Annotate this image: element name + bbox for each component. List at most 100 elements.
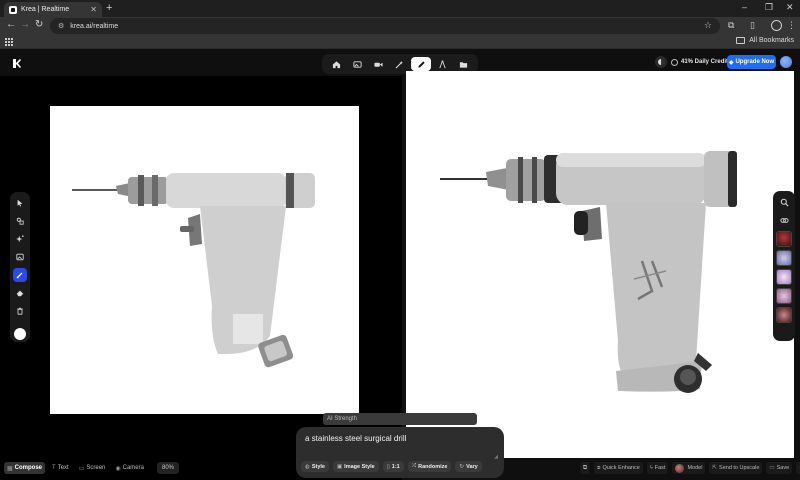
output-canvas[interactable]: [406, 71, 794, 458]
image-style-icon: ▣: [336, 463, 343, 470]
bookmarks-bar: All Bookmarks: [0, 35, 800, 49]
browser-nav-bar: ← → ↻ ⚙ krea.ai/realtime ☆ ⧉ ▯ ⋮: [0, 17, 800, 35]
copy-icon[interactable]: ⧉: [580, 462, 590, 474]
ai-strength-slider[interactable]: AI Strength: [323, 413, 477, 425]
upgrade-button[interactable]: ◆ Upgrade Now: [727, 55, 776, 69]
minimize-button[interactable]: –: [742, 2, 747, 12]
chip-label: Vary: [466, 463, 478, 470]
browser-tab-bar: Krea | Realtime ✕ + – ❐ ✕: [0, 0, 800, 17]
drawing-canvas[interactable]: [50, 106, 359, 414]
save-label: Save: [776, 465, 790, 471]
vary-chip[interactable]: ↻ Vary: [455, 461, 482, 472]
select-tool[interactable]: [13, 196, 27, 210]
image-style-chip[interactable]: ▣ Image Style: [332, 461, 379, 472]
shapes-tool[interactable]: [13, 214, 27, 228]
daily-credits[interactable]: 41% Daily Credits: [671, 56, 731, 68]
mode-realtime[interactable]: [411, 57, 432, 71]
style-thumb[interactable]: [776, 307, 792, 323]
image-icon: [16, 253, 24, 261]
krea-logo-icon[interactable]: [13, 59, 21, 68]
camera-icon: ◉: [115, 465, 121, 472]
drill-sketch-image: [72, 173, 315, 368]
output-actions: ⧉ ⧈ Quick Enhance ϟ Fast Model ⇱ Send to Up…: [580, 462, 800, 474]
tab-label: Camera: [122, 465, 144, 471]
image-icon: [353, 60, 362, 68]
reload-icon[interactable]: ↻: [35, 19, 43, 30]
maximize-button[interactable]: ❐: [765, 2, 773, 13]
ai-generate-tool[interactable]: [13, 232, 27, 246]
style-thumb[interactable]: [776, 231, 792, 247]
generated-drill-image: [440, 151, 737, 393]
tab-camera[interactable]: ◉ Camera: [112, 462, 147, 474]
eraser-tool[interactable]: [13, 286, 27, 300]
input-source-tabs: ▦ Compose T Text ▭ Screen ◉ Camera 80%: [4, 462, 179, 474]
randomize-chip[interactable]: ⤮ Randomize: [407, 461, 452, 472]
compass-icon: [439, 59, 446, 68]
screen-icon: ▭: [78, 465, 85, 472]
tab-text[interactable]: T Text: [49, 462, 72, 474]
chevron-down-icon[interactable]: ▾: [796, 462, 800, 474]
style-icon: ◍: [305, 463, 310, 470]
style-thumb[interactable]: [776, 250, 792, 266]
address-bar[interactable]: ⚙ krea.ai/realtime ☆: [50, 18, 720, 34]
style-rail: [773, 191, 795, 341]
aspect-ratio-chip[interactable]: ▯ 1:1: [382, 461, 404, 472]
search-styles-button[interactable]: [777, 195, 791, 209]
prompt-options: ◍ Style ▣ Image Style ▯ 1:1 ⤮ Randomize ↻ Var…: [301, 461, 482, 472]
bookmark-star-icon[interactable]: ☆: [704, 20, 712, 31]
model-button[interactable]: Model: [672, 462, 706, 474]
fast-button[interactable]: ϟ Fast: [646, 462, 669, 474]
url-text: krea.ai/realtime: [70, 22, 119, 30]
all-bookmarks-button[interactable]: All Bookmarks: [736, 37, 794, 44]
extensions-icon[interactable]: ⧉: [728, 20, 734, 31]
apps-grid-icon[interactable]: [5, 38, 13, 46]
style-chip[interactable]: ◍ Style: [301, 461, 329, 472]
chip-label: Style: [311, 463, 325, 470]
mode-train[interactable]: [432, 57, 452, 71]
style-thumb[interactable]: [776, 269, 792, 285]
mode-enhance[interactable]: [390, 57, 410, 71]
style-thumb[interactable]: [776, 288, 792, 304]
link-icon: [779, 217, 789, 223]
close-window-button[interactable]: ✕: [786, 2, 794, 13]
save-button[interactable]: ▭ Save: [766, 462, 793, 474]
tab-compose[interactable]: ▦ Compose: [4, 462, 46, 474]
mode-assets[interactable]: [453, 57, 473, 71]
user-avatar[interactable]: [780, 56, 792, 68]
clear-canvas-tool[interactable]: [13, 304, 27, 318]
compose-icon: ▦: [7, 465, 13, 472]
tab-screen[interactable]: ▭ Screen: [76, 462, 109, 474]
mode-video[interactable]: [369, 57, 389, 71]
link-style-button[interactable]: [777, 213, 791, 227]
site-info-icon[interactable]: ⚙: [58, 22, 64, 30]
trash-icon: [17, 307, 23, 315]
brush-icon: [16, 272, 23, 279]
image-upload-tool[interactable]: [13, 250, 27, 264]
browser-tab[interactable]: Krea | Realtime ✕: [4, 2, 102, 17]
profile-avatar[interactable]: [771, 20, 782, 31]
save-icon: ▭: [769, 465, 775, 471]
all-bookmarks-label: All Bookmarks: [749, 37, 794, 44]
refresh-icon: ↻: [459, 463, 465, 470]
browser-menu-icon[interactable]: ⋮: [787, 20, 796, 31]
tab-label: Screen: [86, 465, 106, 471]
mode-image[interactable]: [348, 57, 368, 71]
color-picker-swatch[interactable]: [14, 328, 26, 340]
ai-strength-label: AI Strength: [327, 416, 358, 422]
brush-tool[interactable]: [13, 268, 27, 282]
quick-enhance-button[interactable]: ⧈ Quick Enhance: [594, 462, 643, 474]
chip-label: Image Style: [344, 463, 375, 470]
new-tab-button[interactable]: +: [106, 2, 112, 14]
zoom-level[interactable]: 80%: [156, 462, 179, 474]
tab-close-icon[interactable]: ✕: [90, 5, 97, 14]
resize-handle-icon[interactable]: ◢: [494, 454, 498, 460]
back-icon[interactable]: ←: [6, 19, 16, 30]
mode-home[interactable]: [327, 57, 347, 71]
aspect-ratio-icon: ▯: [386, 463, 390, 470]
theme-toggle-icon[interactable]: [655, 56, 667, 68]
send-to-upscale-button[interactable]: ⇱ Send to Upscale: [709, 462, 763, 474]
sidepanel-icon[interactable]: ▯: [750, 20, 755, 31]
forward-icon[interactable]: →: [20, 19, 30, 30]
fast-label: Fast: [654, 465, 666, 471]
prompt-input[interactable]: a stainless steel surgical drill: [305, 434, 406, 443]
